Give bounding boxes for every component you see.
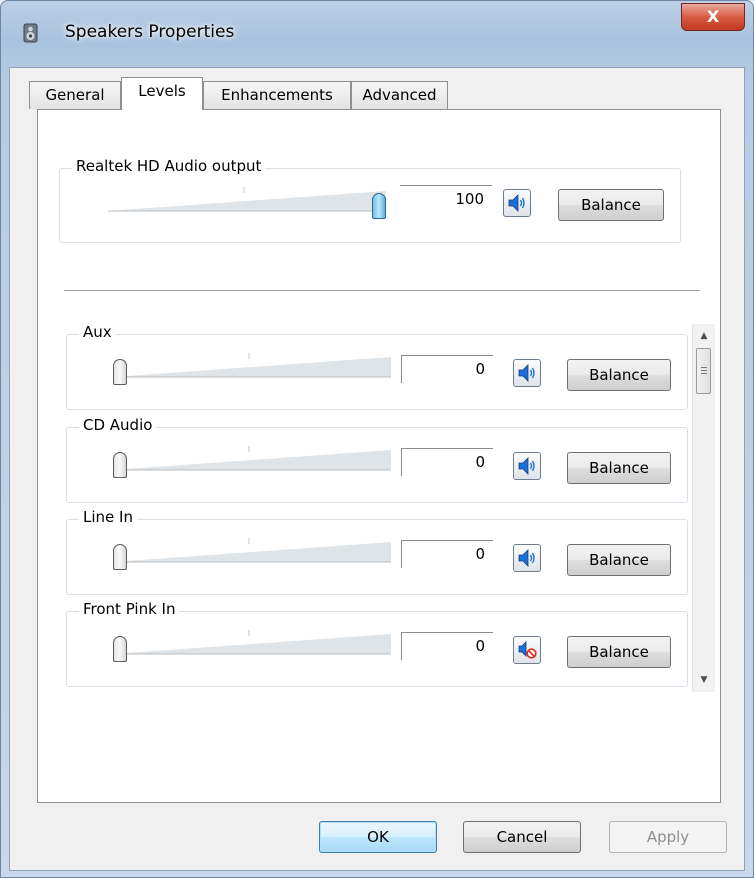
channel-label: CD Audio: [79, 416, 157, 434]
apply-button[interactable]: Apply: [609, 821, 727, 853]
ok-button[interactable]: OK: [319, 821, 437, 853]
channel-balance-button[interactable]: Balance: [567, 544, 671, 576]
channel-label: Front Pink In: [79, 600, 180, 618]
tab-advanced[interactable]: Advanced: [351, 81, 448, 109]
section-divider: [64, 290, 700, 291]
slider-track: [113, 446, 391, 471]
tab-general[interactable]: General: [29, 81, 121, 109]
channels-scrollbar[interactable]: ▲ ▼: [692, 324, 715, 692]
slider-track: [113, 353, 391, 378]
channel-group-cd-audio: CD Audio 0 Balance: [66, 416, 688, 503]
channel-volume-thumb[interactable]: [113, 544, 127, 570]
master-volume-slider[interactable]: [108, 181, 386, 219]
channel-group-front-pink-in: Front Pink In 0 Balance: [66, 600, 688, 687]
tab-levels[interactable]: Levels: [121, 77, 203, 110]
channel-balance-button[interactable]: Balance: [567, 359, 671, 391]
channel-mute-button[interactable]: [513, 636, 541, 664]
channel-volume-thumb[interactable]: [113, 359, 127, 385]
master-mute-button[interactable]: [503, 189, 531, 217]
slider-track: [113, 630, 391, 655]
scroll-down-icon[interactable]: ▼: [693, 670, 715, 690]
speaker-properties-icon: [21, 23, 41, 43]
channel-volume-thumb[interactable]: [113, 636, 127, 662]
channel-volume-value[interactable]: 0: [401, 355, 493, 383]
channel-mute-button[interactable]: [513, 359, 541, 387]
master-volume-label: Realtek HD Audio output: [72, 157, 266, 175]
channel-balance-button[interactable]: Balance: [567, 452, 671, 484]
levels-panel: Realtek HD Audio output 100 Balance Aux …: [37, 109, 721, 803]
channel-volume-value[interactable]: 0: [401, 632, 493, 660]
channel-volume-slider[interactable]: [113, 624, 391, 662]
master-balance-button[interactable]: Balance: [558, 189, 664, 221]
channel-group-aux: Aux 0 Balance: [66, 323, 688, 410]
channel-volume-thumb[interactable]: [113, 452, 127, 478]
master-volume-thumb[interactable]: [372, 193, 386, 219]
scrollbar-thumb[interactable]: [696, 348, 711, 394]
channel-volume-value[interactable]: 0: [401, 540, 493, 568]
channel-volume-slider[interactable]: [113, 347, 391, 385]
channel-label: Aux: [79, 323, 116, 341]
channel-volume-value[interactable]: 0: [401, 448, 493, 476]
slider-track: [108, 187, 386, 212]
dialog-window: Speakers Properties X General Levels Enh…: [0, 0, 754, 878]
window-title: Speakers Properties: [65, 22, 235, 42]
channel-group-line-in: Line In 0 Balance: [66, 508, 688, 595]
close-button[interactable]: X: [681, 3, 745, 31]
cancel-button[interactable]: Cancel: [463, 821, 581, 853]
channel-mute-button[interactable]: [513, 452, 541, 480]
scroll-up-icon[interactable]: ▲: [693, 326, 715, 346]
channel-volume-slider[interactable]: [113, 532, 391, 570]
channel-volume-slider[interactable]: [113, 440, 391, 478]
master-volume-value[interactable]: 100: [400, 185, 492, 213]
title-bar[interactable]: Speakers Properties X: [1, 1, 753, 67]
channel-balance-button[interactable]: Balance: [567, 636, 671, 668]
master-volume-group: Realtek HD Audio output 100 Balance: [59, 157, 681, 243]
slider-track: [113, 538, 391, 563]
tab-enhancements[interactable]: Enhancements: [203, 81, 351, 109]
channel-label: Line In: [79, 508, 137, 526]
channel-mute-button[interactable]: [513, 544, 541, 572]
